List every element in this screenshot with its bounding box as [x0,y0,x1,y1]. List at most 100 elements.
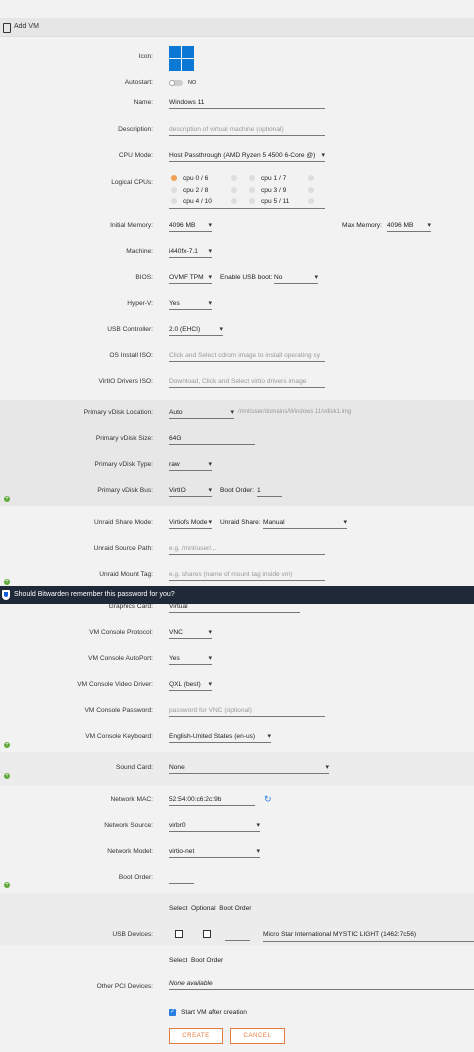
bitwarden-bar: Should Bitwarden remember this password … [0,586,474,604]
usb-controller-value: 2.0 (EHCI) [169,326,201,333]
start-after-checkbox[interactable]: ✓ [169,1009,176,1016]
sound-card-select[interactable]: None [169,764,329,774]
vdisk-type-select[interactable]: raw [169,461,212,471]
cpu-1-ht-radio[interactable] [308,175,314,181]
network-source-value: virbr0 [169,822,186,829]
network-mac-label: Network MAC: [110,796,154,803]
cpu-0-ht-radio[interactable] [231,175,237,181]
share-mode-select[interactable]: Virtiofs Mode [169,519,212,529]
usb-device-name: Micro Star International MYSTIC LIGHT (1… [263,931,417,938]
network-model-value: virtio-net [169,848,195,855]
bios-select[interactable]: OVMF TPM [169,274,212,284]
vdisk-size-label: Primary vDisk Size: [95,435,153,442]
cancel-button[interactable]: CANCEL [230,1028,285,1044]
vdisk-location-select[interactable]: Auto [169,409,234,419]
share-mode-label: Unraid Share Mode: [93,519,153,526]
cpu-5-radio[interactable] [249,198,255,204]
add-vdisk-icon[interactable]: + [4,496,10,502]
usb-select-checkbox[interactable] [175,930,183,938]
name-input[interactable]: Windows 11 [169,99,325,109]
cpu-3-radio[interactable] [249,187,255,193]
add-graphics-icon[interactable]: + [4,742,10,748]
cpu-1-radio[interactable] [249,175,255,181]
pci-devices-label: Other PCI Devices: [96,983,153,990]
console-keyboard-value: English-United States (en-us) [169,733,256,740]
graphics-card-value: Virtual [169,603,188,610]
unraid-share-value: Manual [263,519,285,526]
share-source-input[interactable]: e.g. /mnt/user/... [169,545,325,555]
console-video-select[interactable]: QXL (best) [169,681,212,691]
unraid-share-select[interactable]: Manual [263,519,347,529]
cpu-2-label: cpu 2 / 8 [183,187,209,194]
usb-controller-select[interactable]: 2.0 (EHCI) [169,326,223,336]
max-memory-select[interactable]: 4096 MB [387,222,431,232]
usb-boot-label: Enable USB boot: [220,274,273,281]
usb-boot-select[interactable]: No [274,274,318,284]
cpu-mode-select[interactable]: Host Passthrough (AMD Ryzen 5 4500 6-Cor… [169,152,325,162]
vdisk-bus-value: VirtIO [169,487,186,494]
cpu-divider [169,208,325,209]
icon-label: Icon: [138,53,153,60]
console-autoport-select[interactable]: Yes [169,655,212,665]
console-password-label: VM Console Password: [84,707,153,714]
graphics-card-select[interactable]: Virtual [169,603,300,613]
console-password-input[interactable]: password for VNC (optional) [169,707,325,717]
usb-optional-checkbox[interactable] [203,930,211,938]
console-video-value: QXL (best) [169,681,201,688]
console-protocol-select[interactable]: VNC [169,629,212,639]
cpu-mode-value: Host Passthrough (AMD Ryzen 5 4500 6-Cor… [169,152,316,159]
hyperv-select[interactable]: Yes [169,300,212,310]
create-button[interactable]: CREATE [169,1028,223,1044]
os-iso-input[interactable]: Click and Select cdrom image to install … [169,352,325,362]
usb-boot-value: No [274,274,283,281]
usb-underline [263,941,474,942]
max-memory-value: 4096 MB [387,222,414,229]
cpu-4-radio[interactable] [171,198,177,204]
add-share-icon[interactable]: + [4,579,10,585]
machine-select[interactable]: i440fx-7.1 [169,248,212,258]
autostart-toggle[interactable] [169,80,183,86]
vdisk-location-value: Auto [169,409,183,416]
machine-value: i440fx-7.1 [169,248,198,255]
network-boot-input[interactable] [169,874,194,884]
logical-cpus-label: Logical CPUs: [111,179,153,186]
bios-label: BIOS: [135,274,153,281]
usb-controller-label: USB Controller: [107,326,153,333]
description-input[interactable]: description of virtual machine (optional… [169,126,325,136]
cpu-2-radio[interactable] [171,187,177,193]
network-model-select[interactable]: virtio-net [169,848,260,858]
description-label: Description: [118,126,153,133]
cpu-3-ht-radio[interactable] [308,187,314,193]
cpu-1-label: cpu 1 / 7 [261,175,287,182]
usb-boot-order-input[interactable] [225,931,250,941]
refresh-mac-icon[interactable]: ↻ [264,794,272,805]
initial-memory-select[interactable]: 4096 MB [169,222,212,232]
virtio-iso-input[interactable]: Download, Click and Select virtio driver… [169,378,325,388]
cpu-0-radio[interactable] [171,175,177,181]
cpu-2-ht-radio[interactable] [231,187,237,193]
graphics-card-label: Graphics Card: [108,603,153,610]
add-sound-icon[interactable]: + [4,773,10,779]
page-header: Add VM [0,18,474,37]
console-keyboard-select[interactable]: English-United States (en-us) [169,733,271,743]
cpu-0-label: cpu 0 / 6 [183,175,209,182]
console-video-label: VM Console Video Driver: [77,681,153,688]
hyperv-label: Hyper-V: [127,300,153,307]
network-source-select[interactable]: virbr0 [169,822,260,832]
bitwarden-shield-icon [2,590,10,600]
cpu-5-ht-radio[interactable] [308,198,314,204]
vdisk-boot-order-input[interactable]: 1 [257,487,282,497]
network-mac-input[interactable]: 52:54:00:c6:2c:9b [169,796,255,806]
share-tag-input[interactable]: e.g. shares (name of mount tag inside vm… [169,571,325,581]
windows-icon[interactable] [169,46,194,71]
initial-memory-value: 4096 MB [169,222,196,229]
share-tag-label: Unraid Mount Tag: [99,571,153,578]
hyperv-value: Yes [169,300,180,307]
start-after-label: Start VM after creation [181,1009,247,1016]
bios-value: OVMF TPM [169,274,204,281]
vdisk-size-input[interactable]: 64G [169,435,255,445]
vdisk-bus-select[interactable]: VirtIO [169,487,212,497]
add-network-icon[interactable]: + [4,882,10,888]
cpu-4-ht-radio[interactable] [231,198,237,204]
console-autoport-label: VM Console AutoPort: [88,655,153,662]
